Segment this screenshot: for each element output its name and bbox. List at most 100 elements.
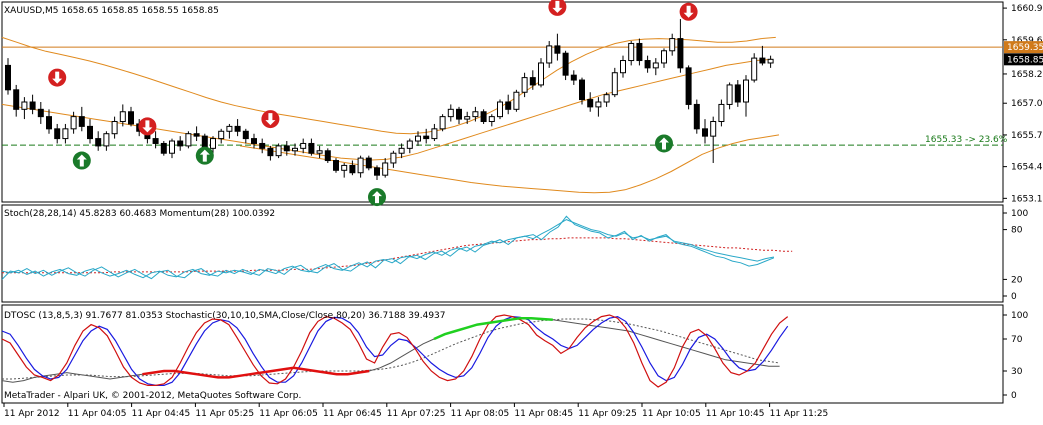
last-price-label: 1658.85 [1007,55,1043,65]
dtosc-tick-label: 100 [1011,311,1028,321]
candle [480,109,487,124]
stoch-tick-label: 80 [1011,226,1023,236]
candle-body [234,125,241,132]
candle-body [636,42,643,62]
candle-body [587,99,594,108]
arrow-up-icon [655,134,673,153]
candle-body [308,142,315,154]
candle-body [251,138,257,144]
candle-body [423,135,430,140]
candle [185,131,192,149]
candle-body [685,67,692,105]
x-tick-label: 11 Apr 05:25 [195,409,254,419]
candle [160,141,167,156]
candle [562,50,569,81]
candle-body [177,140,184,147]
candle-body [406,140,413,149]
candle-body [316,150,323,154]
candle-body [95,138,102,147]
candle-body [488,116,495,123]
candle-body [743,79,749,103]
x-tick-label: 11 Apr 07:25 [387,409,446,419]
candle-body [398,147,405,154]
candle-body [456,108,462,120]
stoch-tick-label: 100 [1011,209,1028,219]
x-tick-label: 11 Apr 08:05 [451,409,510,419]
candle-body [160,142,167,154]
chart-window: 1655.33 -> 23.6% 1660.951659.651658.2516… [0,0,1043,421]
x-tick-label: 11 Apr 10:45 [706,409,765,419]
candle-body [652,62,659,69]
fib-level-label: 1655.33 -> 23.6% [925,135,1008,145]
candle-body [37,108,44,118]
candle-body [734,84,741,103]
candle-body [669,38,676,52]
candle-body [267,147,274,157]
candle-body [226,125,233,132]
chart-canvas[interactable]: 1655.33 -> 23.6% 1660.951659.651658.2516… [0,0,1043,421]
candle-body [382,162,389,176]
candle-body [103,133,110,147]
dtosc-tick-label: 70 [1011,335,1023,345]
candle [611,67,618,98]
candle-body [275,145,282,157]
candle-body [87,125,93,140]
candle-body [242,130,249,140]
candle-body [472,111,479,118]
y-tick-label: 1657.05 [1011,99,1043,109]
candle [275,143,282,159]
candle-body [579,79,585,101]
candle-body [300,142,307,149]
candle-body [333,160,339,171]
candle-body [702,128,708,137]
arrow-down-icon [261,110,280,129]
candle-body [497,101,503,118]
candle [365,155,372,171]
candle-body [5,64,11,91]
candle-body [390,152,397,164]
candle-body [169,140,175,154]
candle-body [767,58,774,64]
stoch-panel-title: Stoch(28,28,14) 45.8283 60.4683 Momentum… [4,209,275,219]
arrow-down-icon [679,2,698,21]
dtosc-panel-title: DTOSC (13,8,5,3) 91.7677 81.0353 Stochas… [4,311,446,321]
candle-body [620,60,626,74]
x-tick-label: 11 Apr 09:25 [578,409,637,419]
x-tick-label: 11 Apr 11:25 [770,409,829,419]
candle-body [62,128,69,140]
candle-body [644,60,651,69]
candle-body [759,57,766,64]
y-tick-label: 1655.75 [1011,131,1043,141]
candle-body [201,135,208,149]
candle-body [505,101,512,110]
candle-body [283,145,290,152]
candle-body [710,121,717,137]
candle-body [595,101,602,108]
candle-body [29,101,36,110]
main-panel-title: XAUUSD,M5 1658.65 1658.85 1658.55 1658.8… [4,6,219,16]
candle-body [374,167,380,176]
candle-body [628,42,635,62]
candle-body [193,133,200,137]
candle-body [210,138,216,149]
y-tick-label: 1653.15 [1011,194,1043,204]
candle [513,89,520,112]
candle-body [554,45,561,54]
candle-body [751,57,758,81]
candle-body [128,111,134,125]
candle-body [78,116,85,127]
dtosc-tick-label: 30 [1011,367,1023,377]
candle-body [521,77,528,93]
candle-body [718,103,725,123]
arrow-up-icon [195,146,214,165]
arrow-up-icon [368,188,386,207]
candle [333,158,339,173]
candle-body [538,62,544,86]
candle-body [324,150,331,162]
candle-body [611,72,618,96]
candle-body [111,121,118,135]
x-tick-label: 11 Apr 08:45 [514,409,573,419]
candle-body [431,128,438,140]
candle-body [693,103,700,130]
candle-body [439,116,446,130]
